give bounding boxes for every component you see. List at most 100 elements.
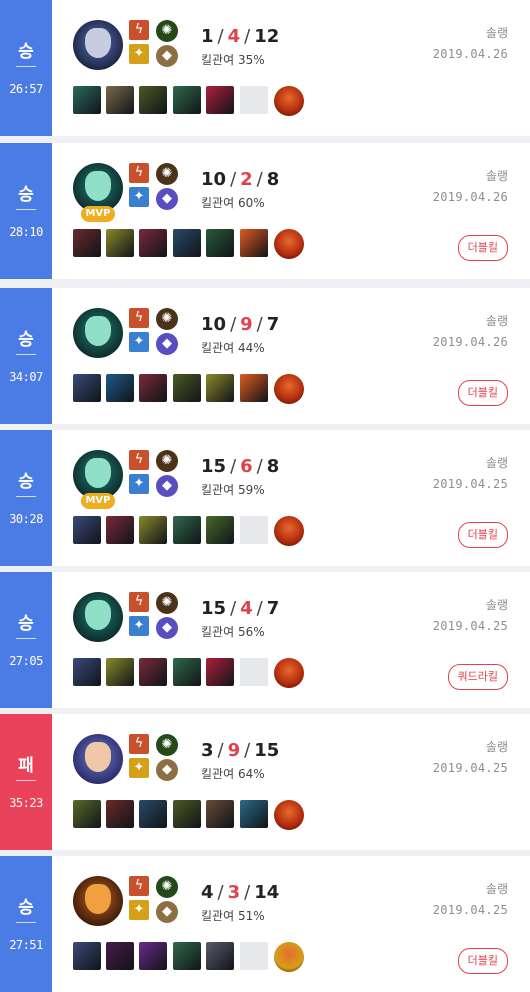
deaths-value: 2 bbox=[240, 169, 253, 190]
multikill-badge: 더블킬 bbox=[457, 380, 508, 406]
item-icon bbox=[106, 942, 134, 970]
kill-participation-value: 51% bbox=[237, 909, 265, 923]
kda-score: 10/2/8 bbox=[201, 169, 280, 190]
trinket-icon bbox=[274, 800, 304, 830]
flash-icon: ϟ bbox=[129, 20, 149, 40]
result-label: 승 bbox=[18, 898, 34, 918]
ignite-icon: ✦ bbox=[129, 758, 149, 778]
deaths-value: 9 bbox=[240, 314, 253, 335]
domination-rune-icon: ✺ bbox=[156, 450, 178, 472]
kill-participation-value: 59% bbox=[237, 483, 265, 497]
kills-value: 3 bbox=[201, 740, 214, 761]
sorcery-rune-icon: ◆ bbox=[156, 617, 178, 639]
kills-value: 10 bbox=[201, 314, 227, 335]
match-card[interactable]: 승 26:57 ϟ ✦ ✺ ◆ 1/4/12 킬관여 35% 솔랭 2019.0… bbox=[0, 0, 530, 136]
match-card[interactable]: 승 27:05 ϟ ✦ ✺ ◆ 15/4/7 킬관여 56% 솔랭 2019.0… bbox=[0, 572, 530, 708]
kill-participation: 킬관여 59% bbox=[201, 481, 265, 498]
result-sidebar: 승 26:57 bbox=[0, 0, 52, 136]
kill-participation: 킬관여 44% bbox=[201, 339, 265, 356]
match-card[interactable]: 패 35:23 ϟ ✦ ✺ ◆ 3/9/15 킬관여 64% 솔랭 2019.0… bbox=[0, 714, 530, 850]
queue-type: 솔랭 bbox=[485, 314, 508, 328]
kill-participation-value: 44% bbox=[237, 341, 265, 355]
item-icon bbox=[173, 516, 201, 544]
item-icon bbox=[139, 229, 167, 257]
result-label: 승 bbox=[18, 614, 34, 634]
item-icon bbox=[206, 86, 234, 114]
flash-icon: ϟ bbox=[129, 308, 149, 328]
item-icon bbox=[139, 800, 167, 828]
item-icon bbox=[139, 516, 167, 544]
kill-participation-value: 56% bbox=[237, 625, 265, 639]
match-date: 2019.04.26 bbox=[432, 190, 508, 204]
domination-rune-icon: ◆ bbox=[156, 45, 178, 67]
item-icon bbox=[139, 374, 167, 402]
kill-participation-label: 킬관여 bbox=[201, 196, 235, 210]
item-icon bbox=[240, 374, 268, 402]
item-icon bbox=[173, 374, 201, 402]
item-icon bbox=[73, 374, 101, 402]
item-icon bbox=[206, 800, 234, 828]
precision-rune-icon: ✺ bbox=[156, 20, 178, 42]
item-icon bbox=[206, 374, 234, 402]
result-label: 승 bbox=[18, 472, 34, 492]
match-history-list: 승 26:57 ϟ ✦ ✺ ◆ 1/4/12 킬관여 35% 솔랭 2019.0… bbox=[0, 0, 530, 992]
match-date: 2019.04.25 bbox=[432, 903, 508, 917]
multikill-badge: 더블킬 bbox=[457, 235, 508, 261]
multikill-badge: 쿼드라킬 bbox=[447, 664, 508, 690]
game-duration: 35:23 bbox=[9, 796, 43, 810]
result-divider bbox=[16, 496, 36, 497]
match-card[interactable]: 승 30:28 MVP ϟ ✦ ✺ ◆ 15/6/8 킬관여 59% 솔랭 20… bbox=[0, 430, 530, 566]
mvp-badge: MVP bbox=[81, 206, 115, 222]
match-date: 2019.04.25 bbox=[432, 477, 508, 491]
result-label: 승 bbox=[18, 185, 34, 205]
result-sidebar: 승 27:51 bbox=[0, 856, 52, 992]
game-duration: 27:05 bbox=[9, 654, 43, 668]
champion-portrait bbox=[73, 876, 123, 926]
kill-participation-label: 킬관여 bbox=[201, 909, 235, 923]
item-icon bbox=[173, 86, 201, 114]
deaths-value: 3 bbox=[227, 882, 241, 903]
champion-face bbox=[85, 884, 111, 914]
result-divider bbox=[16, 354, 36, 355]
item-icon bbox=[106, 86, 134, 114]
kda-score: 15/6/8 bbox=[201, 456, 280, 477]
deaths-value: 9 bbox=[227, 740, 241, 761]
trinket-icon bbox=[274, 942, 304, 972]
item-icon bbox=[173, 658, 201, 686]
sorcery-rune-icon: ◆ bbox=[156, 475, 178, 497]
champion-portrait bbox=[73, 308, 123, 358]
kill-participation-value: 64% bbox=[237, 767, 265, 781]
item-icon bbox=[240, 800, 268, 828]
sorcery-rune-icon: ◆ bbox=[156, 188, 178, 210]
match-card[interactable]: 승 28:10 MVP ϟ ✦ ✺ ◆ 10/2/8 킬관여 60% 솔랭 20… bbox=[0, 143, 530, 279]
kill-participation-label: 킬관여 bbox=[201, 625, 235, 639]
match-card[interactable]: 승 27:51 ϟ ✦ ✺ ◆ 4/3/14 킬관여 51% 솔랭 2019.0… bbox=[0, 856, 530, 992]
champion-face bbox=[85, 28, 111, 58]
result-divider bbox=[16, 638, 36, 639]
domination-rune-icon: ✺ bbox=[156, 163, 178, 185]
result-divider bbox=[16, 209, 36, 210]
deaths-value: 4 bbox=[227, 26, 241, 47]
game-duration: 34:07 bbox=[9, 370, 43, 384]
assists-value: 15 bbox=[254, 740, 280, 761]
flash-icon: ϟ bbox=[129, 876, 149, 896]
champion-portrait bbox=[73, 734, 123, 784]
result-sidebar: 승 34:07 bbox=[0, 288, 52, 424]
item-icon bbox=[206, 658, 234, 686]
champion-face bbox=[85, 316, 111, 346]
item-icon bbox=[139, 86, 167, 114]
game-duration: 28:10 bbox=[9, 225, 43, 239]
item-icon bbox=[173, 942, 201, 970]
item-icon bbox=[106, 516, 134, 544]
item-icon bbox=[73, 942, 101, 970]
trinket-icon bbox=[274, 86, 304, 116]
item-icon bbox=[173, 800, 201, 828]
kill-participation: 킬관여 51% bbox=[201, 907, 265, 924]
queue-type: 솔랭 bbox=[485, 740, 508, 754]
result-sidebar: 승 28:10 bbox=[0, 143, 52, 279]
deaths-value: 6 bbox=[240, 456, 253, 477]
assists-value: 8 bbox=[266, 169, 280, 190]
item-icon bbox=[139, 942, 167, 970]
kills-value: 4 bbox=[201, 882, 214, 903]
match-card[interactable]: 승 34:07 ϟ ✦ ✺ ◆ 10/9/7 킬관여 44% 솔랭 2019.0… bbox=[0, 288, 530, 424]
